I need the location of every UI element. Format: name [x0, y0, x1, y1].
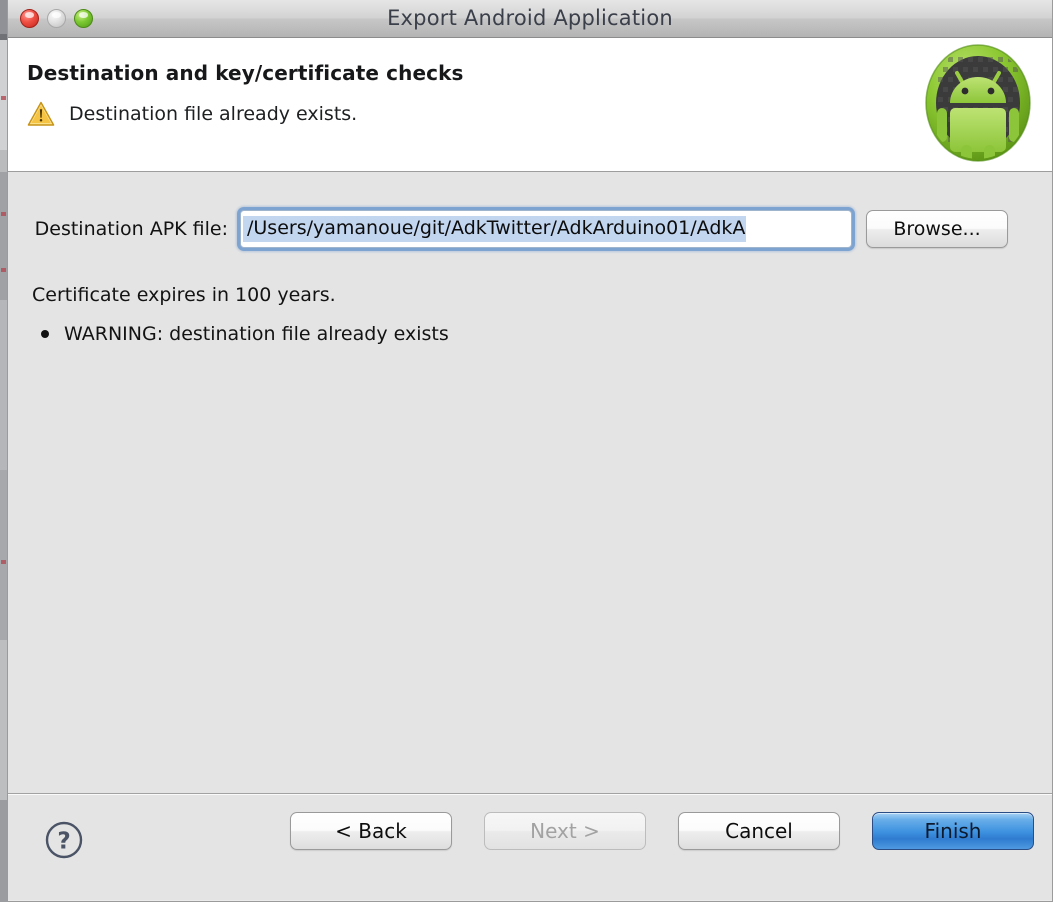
list-item: WARNING: destination file already exists [32, 320, 449, 349]
footer-button-row: < Back Next > Cancel Finish [290, 812, 1034, 850]
cancel-button[interactable]: Cancel [678, 812, 840, 850]
warning-list: WARNING: destination file already exists [32, 320, 449, 349]
certificate-expiry-text: Certificate expires in 100 years. [32, 284, 336, 306]
title-bar: Export Android Application [8, 0, 1052, 38]
page-title: Destination and key/certificate checks [27, 61, 464, 85]
dialog-body: Destination APK file: /Users/yamanoue/gi… [8, 172, 1052, 793]
dialog-footer: ? < Back Next > Cancel Finish [8, 793, 1052, 900]
dialog-header: Destination and key/certificate checks D… [8, 38, 1052, 172]
android-robot-icon [920, 41, 1036, 165]
destination-apk-value: /Users/yamanoue/git/AdkTwitter/AdkArduin… [243, 215, 747, 243]
help-circle-icon[interactable]: ? [44, 820, 84, 860]
svg-text:?: ? [57, 829, 70, 855]
screen: Export Android Application Destination a… [0, 0, 1053, 902]
destination-field-row: Destination APK file: /Users/yamanoue/gi… [8, 210, 1052, 248]
destination-apk-input[interactable]: /Users/yamanoue/git/AdkTwitter/AdkArduin… [240, 210, 852, 248]
warning-triangle-icon [27, 101, 55, 127]
finish-button[interactable]: Finish [872, 812, 1034, 850]
window-title: Export Android Application [387, 6, 673, 30]
back-button[interactable]: < Back [290, 812, 452, 850]
next-button: Next > [484, 812, 646, 850]
browse-button[interactable]: Browse... [866, 210, 1008, 248]
destination-label: Destination APK file: [34, 218, 228, 240]
header-message-row: Destination file already exists. [27, 101, 357, 127]
export-android-application-dialog: Export Android Application Destination a… [7, 0, 1053, 902]
header-message: Destination file already exists. [69, 103, 358, 125]
